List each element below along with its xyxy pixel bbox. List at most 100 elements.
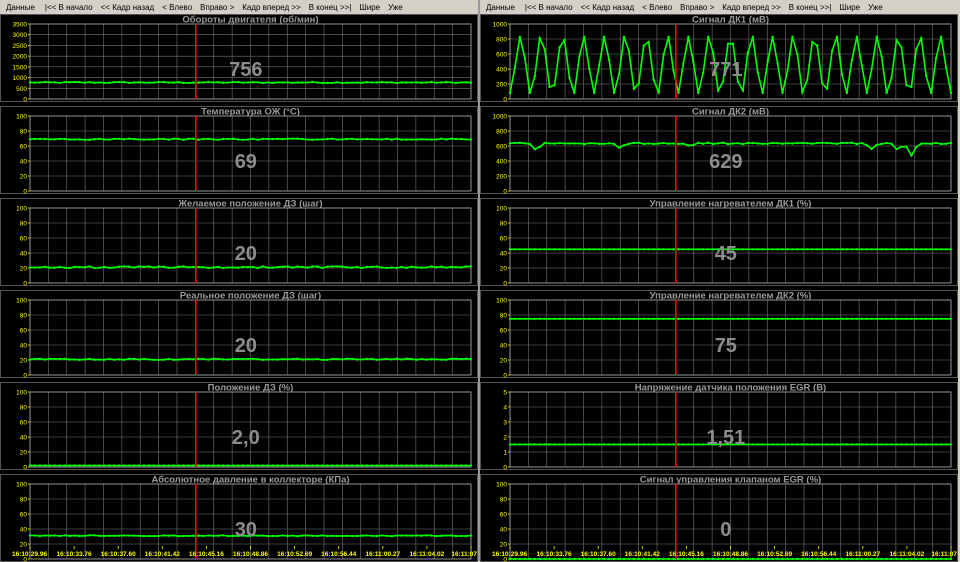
- data-point: [593, 142, 595, 144]
- data-point: [796, 142, 798, 144]
- data-point: [548, 443, 550, 445]
- data-point: [420, 267, 422, 269]
- data-point: [252, 266, 254, 268]
- data-point: [435, 82, 437, 84]
- data-point: [841, 443, 843, 445]
- data-point: [49, 81, 51, 83]
- data-point: [396, 534, 398, 536]
- data-point: [722, 142, 724, 144]
- toolbar-left-button[interactable]: < Влево: [158, 3, 196, 12]
- data-point: [880, 143, 882, 145]
- x-tick-label: 16:11:07: [931, 551, 957, 558]
- data-point: [890, 318, 892, 320]
- data-point: [371, 535, 373, 537]
- y-tick-label: 3000: [13, 32, 28, 39]
- data-point: [578, 55, 580, 57]
- data-point: [851, 142, 853, 144]
- data-point: [207, 464, 209, 466]
- toolbar-left-button[interactable]: < Влево: [638, 3, 676, 12]
- data-point: [762, 92, 764, 94]
- data-point: [672, 248, 674, 250]
- data-point: [287, 535, 289, 537]
- data-point: [386, 464, 388, 466]
- data-point: [103, 266, 105, 268]
- y-tick-label: 80: [500, 221, 508, 228]
- data-point: [623, 36, 625, 38]
- data-point: [539, 318, 541, 320]
- data-point: [277, 266, 279, 268]
- data-point: [277, 535, 279, 537]
- data-point: [618, 73, 620, 75]
- data-point: [396, 82, 398, 84]
- data-point: [871, 68, 873, 70]
- data-point: [470, 138, 472, 140]
- toolbar-end-button[interactable]: В конец >>|: [305, 3, 356, 12]
- data-point: [806, 443, 808, 445]
- data-point: [697, 248, 699, 250]
- toolbar-frame-back-button[interactable]: << Кадр назад: [97, 3, 159, 12]
- data-point: [920, 443, 922, 445]
- data-point: [222, 464, 224, 466]
- data-point: [524, 443, 526, 445]
- toolbar-wider-button[interactable]: Шире: [355, 3, 384, 12]
- data-point: [227, 81, 229, 83]
- data-point: [34, 534, 36, 536]
- data-point: [49, 464, 51, 466]
- data-point: [356, 358, 358, 360]
- data-point: [420, 464, 422, 466]
- y-tick-label: 60: [500, 328, 508, 335]
- current-value: 2,0: [232, 427, 260, 449]
- toolbar-start-button[interactable]: |<< В начало: [521, 3, 577, 12]
- data-point: [861, 64, 863, 66]
- data-point: [702, 318, 704, 320]
- data-point: [420, 358, 422, 360]
- toolbar-right-button[interactable]: Вправо >: [676, 3, 718, 12]
- data-point: [143, 358, 145, 360]
- data-point: [242, 139, 244, 141]
- data-point: [816, 443, 818, 445]
- data-point: [628, 248, 630, 250]
- data-point: [771, 142, 773, 144]
- toolbar-end-button[interactable]: В конец >>|: [785, 3, 836, 12]
- toolbar-narrower-button[interactable]: Уже: [384, 3, 407, 12]
- data-point: [277, 81, 279, 83]
- data-point: [391, 266, 393, 268]
- x-tick-label: 16:10:33.76: [537, 551, 572, 558]
- toolbar-frame-back-button[interactable]: << Кадр назад: [577, 3, 639, 12]
- data-point: [242, 82, 244, 84]
- data-point: [643, 443, 645, 445]
- data-point: [326, 535, 328, 537]
- data-point: [920, 143, 922, 145]
- data-point: [648, 248, 650, 250]
- toolbar-right-button[interactable]: Вправо >: [196, 3, 238, 12]
- data-point: [391, 358, 393, 360]
- data-point: [143, 535, 145, 537]
- toolbar-data-button[interactable]: Данные: [0, 3, 41, 12]
- data-point: [806, 248, 808, 250]
- toolbar-frame-forward-button[interactable]: Кадр вперед >>: [718, 3, 784, 12]
- toolbar-wider-button[interactable]: Шире: [835, 3, 864, 12]
- data-point: [524, 318, 526, 320]
- data-point: [173, 534, 175, 536]
- data-point: [182, 82, 184, 84]
- toolbar-frame-forward-button[interactable]: Кадр вперед >>: [238, 3, 304, 12]
- data-point: [618, 443, 620, 445]
- toolbar-start-button[interactable]: |<< В начало: [41, 3, 97, 12]
- toolbar-data-button[interactable]: Данные: [480, 3, 521, 12]
- data-point: [93, 359, 95, 361]
- data-point: [841, 142, 843, 144]
- data-point: [212, 358, 214, 360]
- data-point: [767, 143, 769, 145]
- data-point: [336, 535, 338, 537]
- data-point: [598, 143, 600, 145]
- data-point: [598, 64, 600, 66]
- data-point: [623, 443, 625, 445]
- data-point: [88, 81, 90, 83]
- data-point: [346, 358, 348, 360]
- data-point: [677, 318, 679, 320]
- data-point: [108, 358, 110, 360]
- toolbar-right: Данные |<< В начало << Кадр назад < Влев…: [480, 0, 958, 14]
- data-point: [529, 92, 531, 94]
- data-point: [73, 534, 75, 536]
- toolbar-narrower-button[interactable]: Уже: [864, 3, 887, 12]
